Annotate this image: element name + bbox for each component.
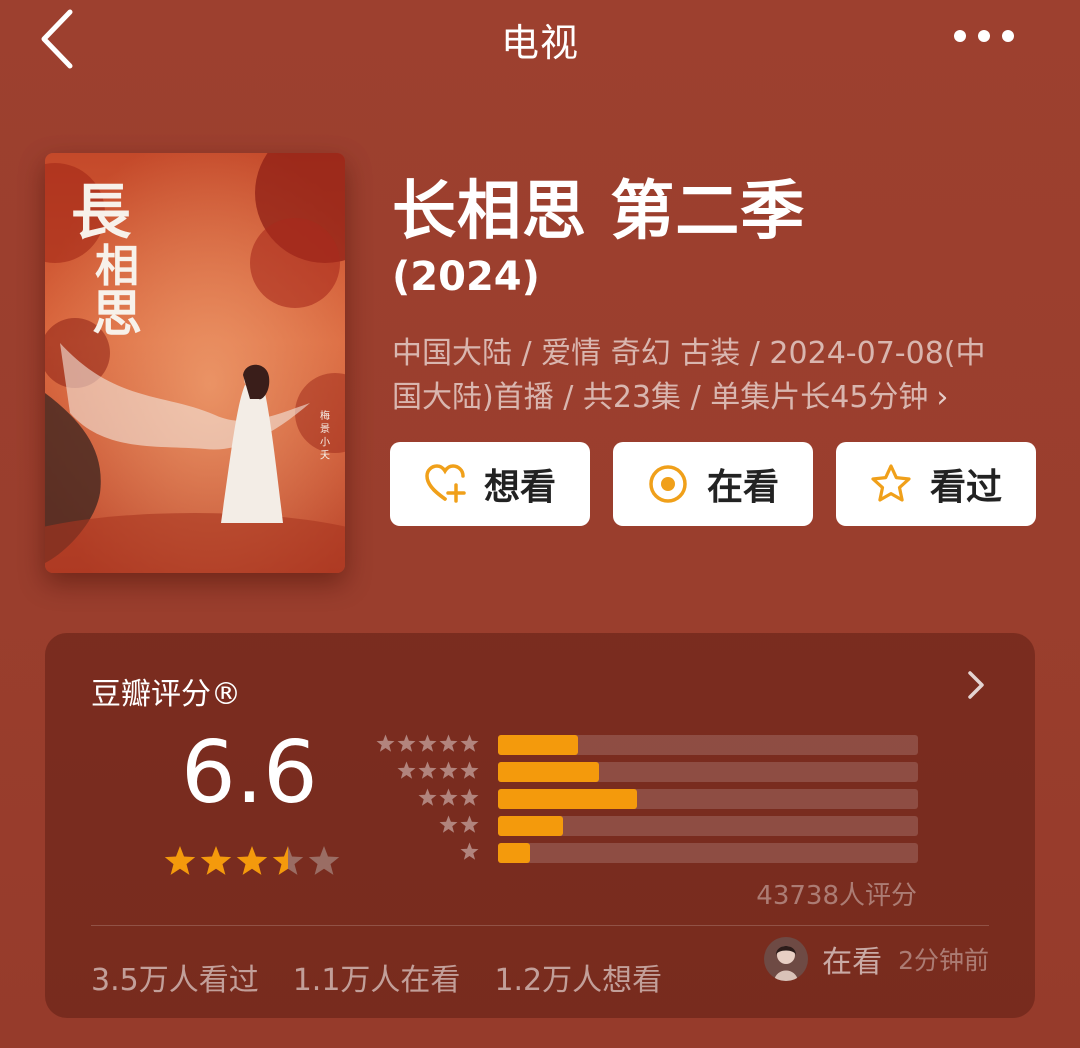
distribution-bar: [498, 762, 599, 782]
friend-activity[interactable]: 在看 2分钟前: [764, 936, 989, 982]
rating-count: 43738人评分: [756, 881, 917, 911]
rating-card[interactable]: 豆瓣评分® 6.6 43738人评分 3.5万人看过 1.1万人在看 1.2万人…: [45, 633, 1035, 1018]
watch-stats: 3.5万人看过 1.1万人在看 1.2万人想看: [91, 955, 662, 999]
top-bar: 电视: [0, 0, 1080, 80]
distribution-row: [375, 814, 925, 836]
watching-button[interactable]: 在看: [613, 442, 813, 526]
score-star: [164, 846, 196, 875]
want-label: 想看: [483, 467, 556, 508]
distribution-row: [375, 760, 925, 782]
distribution-stars: [418, 788, 479, 806]
distribution-star: [418, 734, 437, 752]
distribution-star: [418, 761, 437, 779]
show-meta-line-1: 中国大陆 / 爱情 奇幻 古装 / 2024-07-08(中: [392, 336, 986, 371]
score-star: [308, 846, 340, 875]
stat-watched[interactable]: 3.5万人看过: [91, 955, 259, 999]
poster-credit: 梅 景 小 夭: [318, 409, 330, 461]
distribution-bar: [498, 816, 564, 836]
avatar-image: [764, 937, 809, 981]
distribution-star: [397, 761, 416, 779]
score-star: [200, 846, 232, 875]
rating-label: 豆瓣评分®: [91, 677, 241, 712]
poster-title-char-3: 思: [92, 284, 142, 343]
distribution-star: [460, 788, 479, 806]
distribution-star: [439, 788, 458, 806]
heart-plus-icon: [425, 464, 466, 503]
poster-artwork: 長 相 思 梅 景 小 夭: [45, 153, 345, 573]
avatar[interactable]: [764, 937, 809, 981]
distribution-stars: [460, 842, 479, 860]
distribution-star: [439, 761, 458, 779]
score-star: [272, 846, 304, 875]
distribution-stars: [397, 761, 479, 779]
distribution-track: [498, 762, 918, 782]
action-buttons: 想看 在看 看过: [390, 442, 1036, 526]
distribution-bar: [498, 843, 530, 863]
distribution-row: [375, 733, 925, 755]
want-button[interactable]: 想看: [390, 442, 590, 526]
distribution-star: [376, 734, 395, 752]
distribution-star: [460, 761, 479, 779]
rating-score: 6.6: [181, 723, 318, 823]
distribution-stars: [439, 815, 479, 833]
show-meta[interactable]: 中国大陆 / 爱情 奇幻 古装 / 2024-07-08(中 国大陆)首播 / …: [392, 332, 1032, 420]
show-meta-line-2: 国大陆)首播 / 共23集 / 单集片长45分钟 ›: [392, 376, 1032, 420]
distribution-track: [498, 735, 918, 755]
show-title: 长相思 第二季: [392, 175, 806, 249]
distribution-star: [397, 734, 416, 752]
distribution-star: [418, 788, 437, 806]
distribution-track: [498, 843, 918, 863]
chevron-right-icon[interactable]: [963, 665, 989, 705]
distribution-star: [439, 815, 458, 833]
distribution-row: [375, 787, 925, 809]
stat-watching[interactable]: 1.1万人在看: [293, 955, 461, 999]
score-star: [236, 846, 268, 875]
activity-time: 2分钟前: [898, 946, 989, 975]
target-circle-icon: [649, 465, 687, 503]
distribution-track: [498, 789, 918, 809]
distribution-track: [498, 816, 918, 836]
chevron-right-icon: ›: [936, 380, 949, 415]
activity-status: 在看: [822, 945, 883, 980]
distribution-bar: [498, 789, 637, 809]
distribution-bar: [498, 735, 578, 755]
rating-stars: [164, 846, 340, 875]
show-meta-line-2-text: 国大陆)首播 / 共23集 / 单集片长45分钟: [392, 380, 929, 415]
more-horizontal-icon: [954, 30, 1014, 42]
watched-button[interactable]: 看过: [836, 442, 1036, 526]
distribution-stars: [376, 734, 479, 752]
distribution-star: [439, 734, 458, 752]
tv-detail-screen: 电视 長 相 思 梅 景 小 夭 长相思 第二季 (2024) 中国大陆 / 爱…: [0, 0, 1080, 1048]
distribution-star: [460, 815, 479, 833]
poster-image[interactable]: 長 相 思 梅 景 小 夭: [45, 153, 345, 573]
page-title: 电视: [500, 21, 579, 65]
distribution-row: [375, 841, 925, 863]
show-year: (2024): [392, 254, 540, 300]
divider: [91, 925, 989, 926]
star-outline-icon: [871, 464, 911, 502]
watching-label: 在看: [706, 467, 779, 508]
poster-title-char-1: 長: [71, 178, 132, 248]
distribution-star: [460, 842, 479, 860]
stat-want[interactable]: 1.2万人想看: [494, 955, 662, 999]
watched-label: 看过: [929, 467, 1002, 508]
more-button[interactable]: [948, 22, 1028, 52]
distribution-star: [460, 734, 479, 752]
